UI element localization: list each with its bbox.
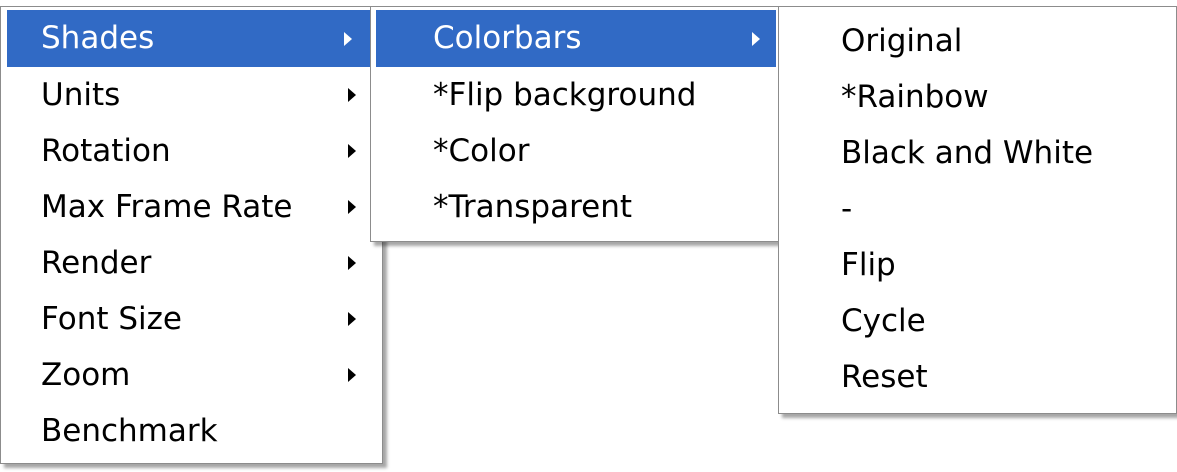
- submenu-arrow-icon: [348, 144, 356, 158]
- menu-item-font-size[interactable]: Font Size: [1, 291, 382, 347]
- menu-item-label: *Rainbow: [841, 79, 989, 115]
- menu-item-shades[interactable]: Shades: [7, 10, 378, 67]
- colorbars-submenu: Original *Rainbow Black and White - Flip…: [778, 6, 1177, 414]
- submenu-arrow-icon: [348, 368, 356, 382]
- main-context-menu: Shades Units Rotation Max Frame Rate Ren…: [0, 6, 383, 464]
- menu-item-cycle[interactable]: Cycle: [779, 293, 1176, 349]
- menu-item-label: Benchmark: [41, 413, 218, 449]
- menu-item-flip[interactable]: Flip: [779, 237, 1176, 293]
- menu-item-original[interactable]: Original: [779, 13, 1176, 69]
- menu-item-rotation[interactable]: Rotation: [1, 123, 382, 179]
- menu-item-label: Shades: [41, 20, 155, 56]
- menu-item-dash[interactable]: -: [779, 181, 1176, 237]
- submenu-arrow-icon: [752, 31, 760, 46]
- submenu-arrow-icon: [348, 256, 356, 270]
- menu-item-label: Colorbars: [433, 20, 582, 56]
- menu-item-reset[interactable]: Reset: [779, 349, 1176, 405]
- menu-item-label: Font Size: [41, 301, 182, 337]
- submenu-arrow-icon: [344, 31, 352, 46]
- menu-item-label: Black and White: [841, 135, 1094, 171]
- menu-item-benchmark[interactable]: Benchmark: [1, 403, 382, 459]
- menu-item-max-frame-rate[interactable]: Max Frame Rate: [1, 179, 382, 235]
- menu-item-label: Zoom: [41, 357, 131, 393]
- menu-item-label: *Transparent: [433, 189, 633, 225]
- menu-item-label: *Color: [433, 133, 530, 169]
- menu-item-render[interactable]: Render: [1, 235, 382, 291]
- menu-item-units[interactable]: Units: [1, 67, 382, 123]
- menu-item-colorbars[interactable]: Colorbars: [376, 10, 776, 67]
- menu-item-label: Max Frame Rate: [41, 189, 293, 225]
- menu-item-color[interactable]: *Color: [371, 123, 779, 179]
- menu-item-label: Units: [41, 77, 121, 113]
- menu-item-label: -: [841, 191, 853, 227]
- shades-submenu: Colorbars *Flip background *Color *Trans…: [370, 6, 780, 242]
- menu-item-label: *Flip background: [433, 77, 697, 113]
- menu-item-flip-background[interactable]: *Flip background: [371, 67, 779, 123]
- submenu-arrow-icon: [348, 312, 356, 326]
- submenu-arrow-icon: [348, 200, 356, 214]
- menu-item-label: Render: [41, 245, 152, 281]
- menu-item-label: Rotation: [41, 133, 171, 169]
- menu-item-transparent[interactable]: *Transparent: [371, 179, 779, 235]
- menu-stage: Shades Units Rotation Max Frame Rate Ren…: [0, 0, 1177, 472]
- menu-item-zoom[interactable]: Zoom: [1, 347, 382, 403]
- submenu-arrow-icon: [348, 88, 356, 102]
- menu-item-label: Cycle: [841, 303, 926, 339]
- menu-item-label: Reset: [841, 359, 928, 395]
- menu-item-label: Flip: [841, 247, 896, 283]
- menu-item-rainbow[interactable]: *Rainbow: [779, 69, 1176, 125]
- menu-item-label: Original: [841, 23, 963, 59]
- menu-item-black-and-white[interactable]: Black and White: [779, 125, 1176, 181]
